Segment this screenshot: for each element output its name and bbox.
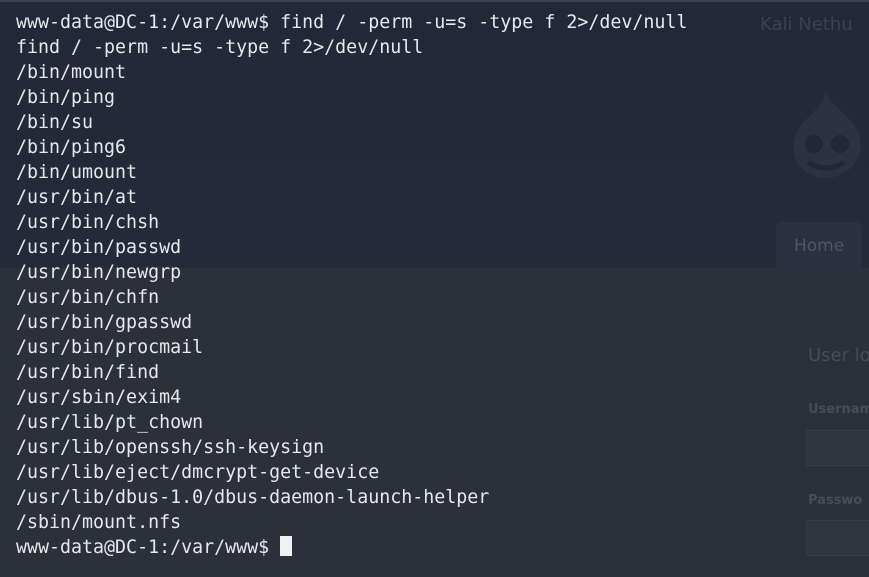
terminal-output-line: /bin/mount bbox=[16, 62, 127, 83]
terminal-command: find / -perm -u=s -type f 2>/dev/null bbox=[280, 12, 688, 33]
background-username-label: Usernam bbox=[808, 402, 869, 417]
background-username-field bbox=[806, 430, 869, 466]
background-home-tab-label: Home bbox=[794, 236, 845, 256]
terminal-output-line: /usr/lib/pt_chown bbox=[16, 412, 204, 433]
terminal-output-line: /usr/bin/at bbox=[16, 187, 138, 208]
terminal-cursor bbox=[280, 536, 293, 556]
terminal-output-line: /usr/bin/procmail bbox=[16, 337, 204, 358]
terminal-input-line[interactable]: www-data@DC-1:/var/www$ bbox=[16, 535, 790, 560]
background-password-label: Passwo bbox=[808, 493, 863, 508]
terminal-output-line: /sbin/mount.nfs bbox=[16, 512, 182, 533]
terminal-output-line: /bin/ping bbox=[16, 87, 116, 108]
terminal-output-line: /usr/lib/dbus-1.0/dbus-daemon-launch-hel… bbox=[16, 487, 490, 508]
desktop-screen: Kali Nethu Home User lo Usernam Passwo w… bbox=[0, 0, 869, 577]
terminal-output-line: /usr/bin/chsh bbox=[16, 212, 160, 233]
background-password-field bbox=[806, 520, 869, 556]
terminal-output-line: /usr/lib/openssh/ssh-keysign bbox=[16, 437, 325, 458]
drupal-logo-icon bbox=[792, 92, 861, 178]
terminal-prompt: www-data@DC-1:/var/www$ bbox=[16, 12, 281, 33]
terminal-output-line: /usr/bin/chfn bbox=[16, 287, 160, 308]
terminal-output-line: /usr/sbin/exim4 bbox=[16, 387, 182, 408]
terminal-window[interactable]: www-data@DC-1:/var/www$ find / -perm -u=… bbox=[0, 0, 790, 577]
terminal-output-line: /usr/bin/find bbox=[16, 362, 160, 383]
terminal-output-line: /usr/bin/gpasswd bbox=[16, 312, 193, 333]
terminal-output-line: /bin/umount bbox=[16, 162, 138, 183]
background-login-heading: User lo bbox=[808, 345, 869, 366]
terminal-output-line: /bin/su bbox=[16, 112, 94, 133]
terminal-command-echo: find / -perm -u=s -type f 2>/dev/null bbox=[16, 37, 424, 58]
terminal-output-line: /usr/bin/newgrp bbox=[16, 262, 182, 283]
terminal-output-line: /usr/bin/passwd bbox=[16, 237, 182, 258]
terminal-final-prompt: www-data@DC-1:/var/www$ bbox=[16, 537, 281, 558]
terminal-output-line: /bin/ping6 bbox=[16, 137, 127, 158]
terminal-output-line: /usr/lib/eject/dmcrypt-get-device bbox=[16, 462, 380, 483]
terminal-command-line: www-data@DC-1:/var/www$ find / -perm -u=… bbox=[16, 10, 790, 35]
